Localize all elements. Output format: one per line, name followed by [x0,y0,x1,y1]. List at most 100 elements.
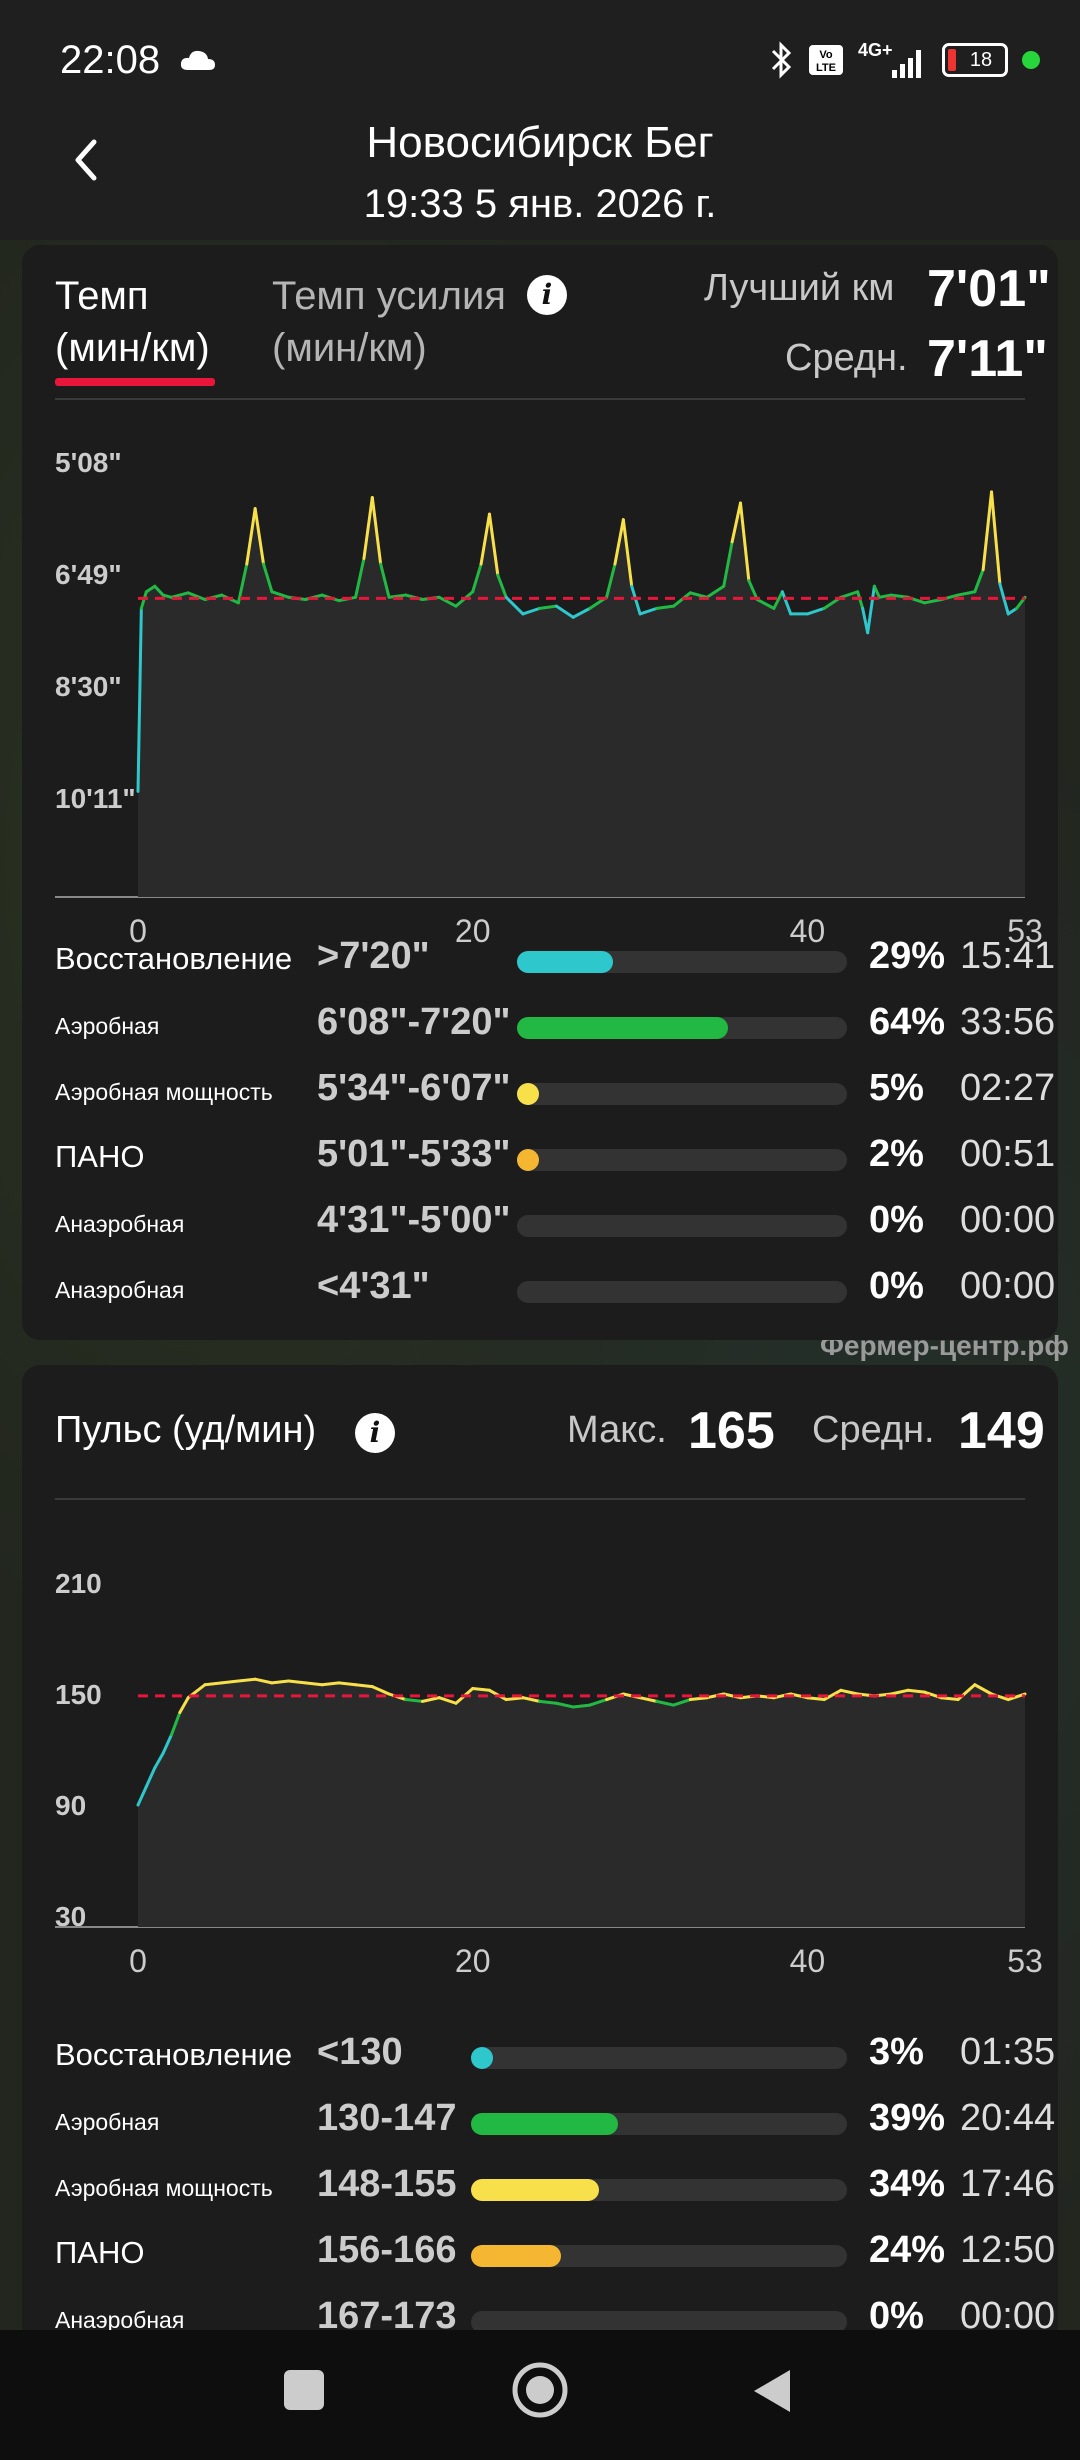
pace-card: Темп (мин/км) Темп усилия (мин/км) i Луч… [22,245,1058,1340]
zone-progress-fill [471,2245,562,2267]
max-hr-label: Макс. [567,1409,667,1451]
zone-progress-fill [471,2113,618,2135]
zone-progress-fill [517,1017,729,1039]
chart-line-segment [287,1679,307,1685]
average-pace-value: 7'11" [927,330,1048,388]
y-tick-label: 90 [55,1790,86,1821]
zone-name: Аэробная [55,1013,160,1039]
zone-percent: 0% [869,1265,924,1307]
recent-apps-button[interactable] [284,2370,324,2410]
y-tick-label: 5'08" [55,447,122,478]
zone-row: Аэробная 130-147 39% 20:44 [55,2091,1055,2151]
chart-line-segment [220,1679,240,1685]
zone-range: 156-166 [317,2229,457,2271]
zone-name: Восстановление [55,2037,293,2072]
tab-effort-pace[interactable]: Темп усилия (мин/км) [272,270,506,374]
divider [55,1498,1025,1500]
zone-progress-track [517,1083,847,1105]
info-icon[interactable]: i [355,1413,395,1453]
zone-progress-track [471,2179,847,2201]
zone-range: 5'34"-6'07" [317,1067,511,1109]
bluetooth-icon [771,41,792,79]
page-subtitle: 19:33 5 янв. 2026 г. [363,182,717,226]
y-tick-label: 150 [55,1679,102,1710]
zone-name: Аэробная мощность [55,1079,273,1105]
zone-range: 5'01"-5'33" [317,1133,511,1175]
signal-icon: 4G+ [858,40,921,78]
zone-name: Анаэробная [55,1211,185,1237]
zone-name: ПАНО [55,1139,145,1174]
x-tick-label: 0 [129,1943,147,1979]
zone-progress-track [471,2113,847,2135]
chart-area-fill [138,491,1025,897]
zone-name: ПАНО [55,2235,145,2270]
chart-line-segment [939,1696,960,1702]
page-title: Новосибирск Бег [366,118,714,167]
chart-area-fill [138,1679,1025,1927]
heart-rate-chart: 210 150 90 30 0 20 40 53 [22,1525,1058,2045]
navigation-bar [0,2330,1080,2460]
chart-line-segment [805,1696,826,1702]
volte-icon: Vo LTE [809,45,843,75]
svg-text:LTE: LTE [816,62,836,74]
zone-duration: 33:56 [960,1001,1056,1043]
home-button[interactable] [511,2361,569,2419]
zone-duration: 15:41 [960,935,1056,977]
zone-range: 130-147 [317,2097,457,2139]
zone-duration: 00:00 [960,1199,1056,1241]
tab-pace[interactable]: Темп (мин/км) [55,270,210,374]
chart-line-segment [236,1677,257,1683]
average-hr-label: Средн. [812,1409,935,1451]
zone-progress-track [471,2047,847,2069]
privacy-indicator-dot [1022,51,1040,69]
y-tick-label: 10'11" [55,783,136,814]
zone-name: Аэробная мощность [55,2175,273,2201]
chart-line-segment [354,1683,374,1689]
cloud-icon [180,50,215,70]
zone-progress-track [471,2245,847,2267]
chart-line-segment [320,1681,341,1687]
zone-duration: 00:00 [960,1265,1056,1307]
zone-duration: 00:51 [960,1133,1056,1175]
zone-progress-track [517,1149,847,1171]
chart-line-segment [538,1699,558,1705]
zone-name: Анаэробная [55,1277,185,1303]
y-tick-label: 210 [55,1568,102,1599]
zone-progress-track [517,1017,847,1039]
zone-row: Восстановление <130 3% 01:35 [55,2025,1055,2085]
zone-range: <130 [317,2031,403,2073]
info-icon[interactable]: i [527,275,567,315]
y-tick-label: 6'49" [55,559,122,590]
zone-row: ПАНО 156-166 24% 12:50 [55,2223,1055,2283]
zone-duration: 01:35 [960,2031,1056,2073]
active-tab-indicator [55,378,215,386]
y-tick-label: 8'30" [55,671,122,702]
zone-progress-fill [517,1149,539,1171]
zone-duration: 17:46 [960,2163,1056,2205]
zone-row: Аэробная мощность 148-155 34% 17:46 [55,2157,1055,2217]
zone-duration: 02:27 [960,1067,1056,1109]
best-km-label: Лучший км [704,267,895,309]
zone-percent: 2% [869,1133,924,1175]
chart-line-segment [471,1686,491,1692]
zone-row: Аэробная мощность 5'34"-6'07" 5% 02:27 [55,1061,1055,1121]
x-tick-label: 20 [455,1943,491,1979]
zone-row: Аэробная 6'08"-7'20" 64% 33:56 [55,995,1055,1055]
back-button[interactable] [752,2368,792,2414]
zone-row: Анаэробная 4'31"-5'00" 0% 00:00 [55,1193,1055,1253]
chart-line-segment [571,1703,592,1709]
zone-progress-track [517,1215,847,1237]
chart-line-segment [688,1696,709,1702]
zone-percent: 64% [869,1001,946,1043]
status-icons: Vo LTE 4G+ 18 [770,40,1040,80]
zone-row: ПАНО 5'01"-5'33" 2% 00:51 [55,1127,1055,1187]
zone-percent: 34% [869,2163,946,2205]
zone-progress-fill [471,2047,493,2069]
chart-line-segment [337,1681,358,1687]
chart-line-segment [303,1681,324,1687]
zone-name: Восстановление [55,941,293,976]
zone-range: >7'20" [317,935,430,977]
zone-duration: 20:44 [960,2097,1056,2139]
zone-percent: 24% [869,2229,946,2271]
svg-text:Vo: Vo [819,49,833,61]
